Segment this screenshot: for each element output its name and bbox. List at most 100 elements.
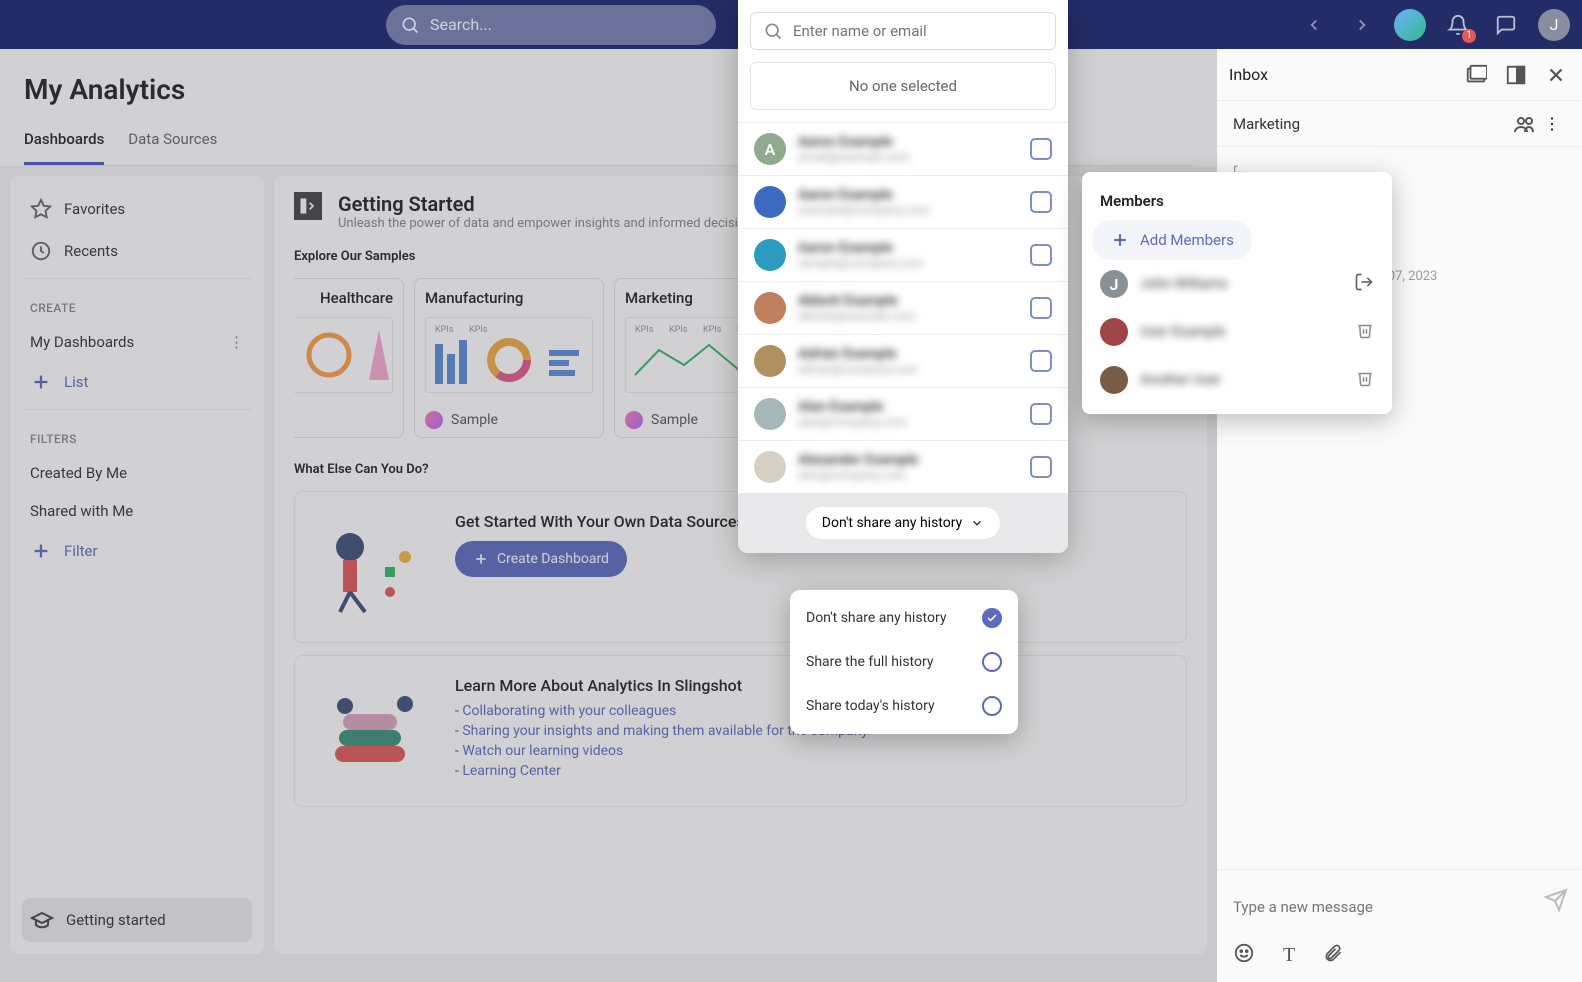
history-option-none[interactable]: Don't share any history: [790, 596, 1018, 640]
sidebar-add-list[interactable]: List: [22, 361, 252, 403]
sidebar: Favorites Recents CREATE My Dashboards ⋮: [10, 176, 264, 954]
person-name: Aaron Example: [798, 187, 1018, 203]
person-email: adrian@company.com: [798, 362, 1018, 376]
sidebar-item-shared-with-me[interactable]: Shared with Me: [22, 492, 252, 530]
history-option-today[interactable]: Share today's history: [790, 684, 1018, 728]
picker-person-row[interactable]: Aaron Exampleexample@company.com: [738, 175, 1068, 228]
close-icon[interactable]: [1542, 61, 1570, 89]
more-icon[interactable]: ⋮: [229, 333, 244, 351]
history-option-full[interactable]: Share the full history: [790, 640, 1018, 684]
add-members-button[interactable]: Add Members: [1092, 220, 1252, 260]
members-icon[interactable]: [1510, 110, 1538, 138]
checkbox[interactable]: [1030, 297, 1052, 319]
picker-person-row[interactable]: Adrian Exampleadrian@company.com: [738, 334, 1068, 387]
format-button[interactable]: T: [1283, 944, 1295, 967]
sidebar-item-favorites[interactable]: Favorites: [22, 188, 252, 230]
more-icon[interactable]: ⋮: [1538, 110, 1566, 138]
person-email: sample@company.com: [798, 256, 1018, 270]
nav-back-button[interactable]: [1298, 9, 1330, 41]
picker-selected-area: No one selected: [750, 62, 1056, 110]
checkbox[interactable]: [1030, 350, 1052, 372]
picker-person-row[interactable]: AAaron Exampleemail@example.com: [738, 122, 1068, 175]
sidebar-item-label: Created By Me: [30, 464, 127, 482]
learn-link[interactable]: Learning Center: [462, 763, 561, 779]
person-email: alex@company.com: [798, 468, 1018, 482]
picker-search[interactable]: [750, 12, 1056, 50]
chat-icon: [1495, 14, 1517, 36]
nav-forward-button[interactable]: [1346, 9, 1378, 41]
avatar: [1100, 366, 1128, 394]
dock-icon[interactable]: [1502, 61, 1530, 89]
emoji-button[interactable]: [1233, 942, 1255, 968]
global-search[interactable]: [386, 5, 716, 45]
chat-button[interactable]: [1490, 9, 1522, 41]
picker-person-row[interactable]: Abbott Exampleabbott@example.com: [738, 281, 1068, 334]
member-name: John Williams: [1140, 276, 1342, 292]
avatar: [754, 345, 786, 377]
send-icon: [1544, 888, 1568, 912]
picker-person-row[interactable]: Aaron Examplesample@company.com: [738, 228, 1068, 281]
sample-card-healthcare[interactable]: Healthcare Sample: [294, 278, 404, 438]
content-subtitle: Unleash the power of data and empower in…: [338, 216, 763, 231]
checkbox[interactable]: [1030, 244, 1052, 266]
person-name: Adrian Example: [798, 346, 1018, 362]
rocket-icon: [425, 411, 443, 429]
sidebar-add-filter[interactable]: Filter: [22, 530, 252, 572]
trash-icon[interactable]: [1356, 369, 1374, 391]
send-button[interactable]: [1544, 888, 1568, 916]
avatar: [754, 186, 786, 218]
chevron-right-icon: [1353, 16, 1371, 34]
person-name: Alexander Example: [798, 452, 1018, 468]
picker-person-row[interactable]: Alexander Examplealex@company.com: [738, 440, 1068, 493]
member-row: J John Williams: [1082, 260, 1392, 308]
sidebar-item-recents[interactable]: Recents: [22, 230, 252, 272]
content-title: Getting Started: [338, 192, 763, 216]
option-label: Share today's history: [806, 698, 935, 714]
chat-toolbar: T: [1217, 934, 1582, 982]
user-menu-button[interactable]: J: [1538, 9, 1570, 41]
window-icon[interactable]: [1462, 61, 1490, 89]
sample-card-manufacturing[interactable]: Manufacturing KPIsKPIs Sample: [414, 278, 604, 438]
picker-list[interactable]: AAaron Exampleemail@example.comAaron Exa…: [738, 122, 1068, 493]
global-search-input[interactable]: [430, 15, 633, 34]
picker-person-row[interactable]: Alan Examplealan@company.com: [738, 387, 1068, 440]
attach-button[interactable]: [1323, 943, 1343, 967]
sidebar-item-getting-started[interactable]: Getting started: [22, 898, 252, 942]
tab-dashboards[interactable]: Dashboards: [24, 130, 104, 165]
create-dashboard-button[interactable]: Create Dashboard: [455, 541, 627, 577]
sidebar-item-label: My Dashboards: [30, 333, 134, 351]
leave-icon[interactable]: [1354, 272, 1374, 296]
profile-avatar[interactable]: [1394, 9, 1426, 41]
checkbox[interactable]: [1030, 456, 1052, 478]
sidebar-item-my-dashboards[interactable]: My Dashboards ⋮: [22, 323, 252, 361]
picker-search-input[interactable]: [793, 22, 1043, 40]
checkbox[interactable]: [1030, 191, 1052, 213]
radio-selected-icon: [982, 608, 1002, 628]
sample-title: Healthcare: [294, 289, 393, 307]
learn-link[interactable]: Watch our learning videos: [462, 743, 623, 759]
chart-thumb-icon: KPIsKPIs: [429, 320, 589, 390]
member-name: User Example: [1140, 324, 1344, 340]
option-label: Don't share any history: [806, 610, 946, 626]
clock-icon: [30, 240, 52, 262]
person-email: abbott@example.com: [798, 309, 1018, 323]
star-icon: [30, 198, 52, 220]
notifications-button[interactable]: 1: [1442, 9, 1474, 41]
history-dropdown-button[interactable]: Don't share any history: [806, 507, 1000, 539]
sidebar-item-label: List: [64, 373, 88, 391]
trash-icon[interactable]: [1356, 321, 1374, 343]
tab-data-sources[interactable]: Data Sources: [128, 130, 217, 165]
checkbox[interactable]: [1030, 138, 1052, 160]
sample-footer: Sample: [451, 412, 498, 428]
person-email: email@example.com: [798, 150, 1018, 164]
button-label: Create Dashboard: [497, 551, 609, 567]
members-popover: Members Add Members J John Williams User…: [1082, 172, 1392, 414]
search-icon: [400, 15, 420, 35]
message-input[interactable]: [1233, 890, 1566, 924]
checkbox[interactable]: [1030, 403, 1052, 425]
sidebar-item-created-by-me[interactable]: Created By Me: [22, 454, 252, 492]
person-email: alan@company.com: [798, 415, 1018, 429]
learn-link[interactable]: Collaborating with your colleagues: [462, 703, 676, 719]
chevron-down-icon: [970, 516, 984, 530]
add-members-label: Add Members: [1140, 231, 1234, 249]
